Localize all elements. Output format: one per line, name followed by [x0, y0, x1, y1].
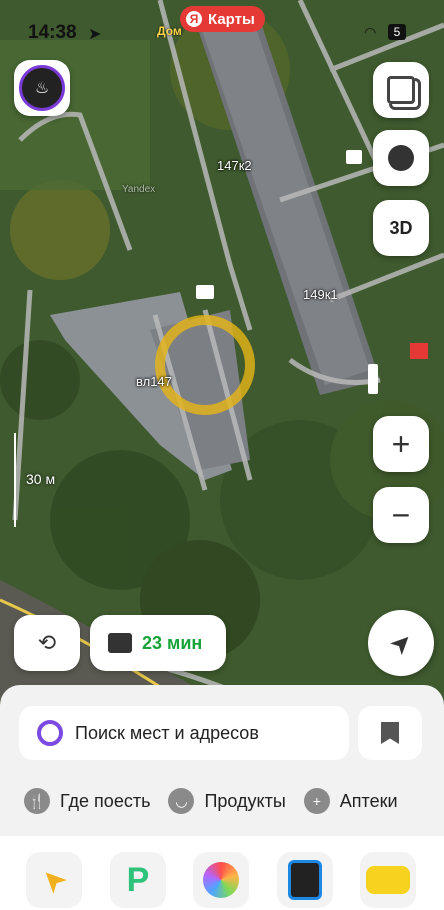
app-pill[interactable]: Я Карты	[180, 6, 265, 32]
person-marker-icon[interactable]	[368, 364, 378, 394]
3d-button[interactable]: 3D	[373, 200, 429, 256]
building-label: 147к2	[217, 158, 252, 173]
category-label: Аптеки	[339, 790, 398, 811]
eta-label: 23 мин	[142, 632, 203, 653]
home-label[interactable]: Дом	[157, 24, 182, 38]
flower-app[interactable]	[193, 852, 249, 908]
category-pharmacy[interactable]: + Аптеки	[303, 786, 398, 816]
search-input[interactable]: Поиск мест и адресов	[19, 706, 349, 760]
parking-icon: P	[126, 860, 150, 899]
navigator-icon: ➤	[33, 859, 75, 901]
category-groceries[interactable]: ◡ Продукты	[168, 786, 286, 816]
location-arrow-icon: ➤	[88, 26, 102, 43]
category-label: Продукты	[204, 790, 286, 811]
yandex-logo-icon: Я	[186, 11, 202, 27]
bookmark-icon	[381, 722, 399, 744]
category-chips: 🍴 Где поесть ◡ Продукты + Аптеки	[24, 786, 398, 816]
building-label: 149к1	[303, 287, 338, 302]
plus-icon: +	[391, 425, 411, 462]
basket-icon: ◡	[168, 788, 195, 814]
fork-knife-icon: 🍴	[24, 788, 50, 814]
transit-app[interactable]	[277, 852, 333, 908]
navigation-arrow-icon: ➤	[382, 624, 419, 661]
building-label: вл147	[136, 374, 172, 389]
parking-app[interactable]: P	[110, 852, 166, 908]
navigator-app[interactable]: ➤	[26, 852, 82, 908]
plus-cross-icon: +	[303, 788, 330, 814]
entrance-icon	[346, 150, 362, 164]
map-mode-button[interactable]	[373, 130, 429, 186]
route-icon: ⟲	[37, 630, 57, 655]
app-pill-label: Карты	[208, 10, 255, 28]
briefcase-icon	[108, 633, 132, 653]
zoom-out-button[interactable]: −	[373, 487, 429, 543]
layers-button[interactable]	[373, 62, 429, 118]
avatar: ♨	[19, 65, 65, 111]
status-time: 14:38	[28, 22, 77, 43]
category-food[interactable]: 🍴 Где поесть	[24, 786, 150, 816]
scale-label: 30 м	[26, 471, 56, 487]
alice-icon[interactable]	[37, 720, 63, 746]
search-placeholder: Поиск мест и адресов	[75, 722, 259, 743]
layers-icon	[387, 76, 415, 104]
route-button[interactable]: ⟲	[14, 615, 80, 671]
scale-bar	[14, 433, 16, 527]
category-label: Где поесть	[60, 790, 151, 811]
bookmarks-button[interactable]	[358, 706, 422, 760]
map-mode-icon	[388, 145, 414, 171]
entrance-icon	[196, 285, 214, 299]
eta-chip[interactable]: 23 мин	[90, 615, 226, 671]
profile-button[interactable]: ♨	[14, 60, 70, 116]
zoom-in-button[interactable]: +	[373, 416, 429, 472]
flower-icon	[203, 862, 239, 898]
minus-icon: −	[391, 496, 411, 533]
wifi-icon: ◠	[364, 24, 377, 40]
bus-icon	[288, 860, 322, 900]
taxi-car-icon	[366, 866, 410, 894]
battery-icon: 5	[388, 24, 406, 40]
taxi-app[interactable]	[360, 852, 416, 908]
map-watermark: Yandex	[122, 184, 156, 195]
